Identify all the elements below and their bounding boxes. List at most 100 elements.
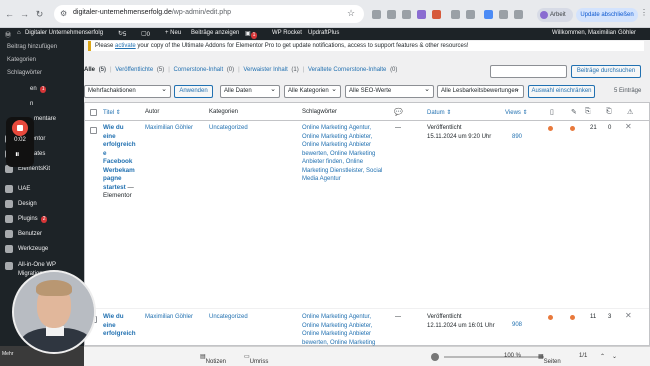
sidebar-item-comments[interactable]: mentare bbox=[34, 116, 56, 122]
profile-button[interactable]: Arbeit bbox=[537, 8, 573, 22]
extension-icon[interactable] bbox=[499, 10, 508, 19]
presentation-status-bar: ▤ Notizen ▭ Umriss 100 % ▦ Seiten 1/1 ⌃ … bbox=[84, 346, 650, 366]
row-checkbox[interactable] bbox=[90, 127, 97, 134]
forward-icon[interactable]: → bbox=[19, 9, 30, 20]
sidebar-item-partial[interactable]: en 1 bbox=[30, 86, 47, 93]
post-title-link[interactable]: Wie du eine erfolgreich bbox=[103, 313, 141, 339]
sidebar-item-users[interactable]: Benutzer bbox=[0, 228, 84, 240]
filter-published[interactable]: Veröffentlichte (5) bbox=[115, 67, 166, 73]
search-posts-button[interactable]: Beiträge durchsuchen bbox=[571, 65, 641, 78]
post-category-link[interactable]: Uncategorized bbox=[209, 124, 248, 133]
filter-stale-cornerstone[interactable]: Veraltete Cornerstone-Inhalte (0) bbox=[308, 67, 399, 73]
sidebar-subitem-tags[interactable]: Schlagwörter bbox=[7, 70, 42, 76]
browser-menu-icon[interactable]: ⋮ bbox=[640, 8, 648, 17]
warning-column-icon[interactable]: ⚠ bbox=[627, 108, 633, 116]
filter-orphaned[interactable]: Verwaister Inhalt (1) bbox=[243, 67, 300, 73]
zoom-slider[interactable] bbox=[444, 356, 544, 358]
bulk-actions-select[interactable]: Mehrfachaktionen bbox=[84, 85, 171, 98]
sidebar-item-partial[interactable]: n bbox=[30, 101, 33, 107]
extension-icon[interactable] bbox=[514, 10, 523, 19]
outline-button[interactable]: ▭ Umriss bbox=[244, 353, 268, 365]
apply-button[interactable]: Anwenden bbox=[174, 85, 213, 98]
sidebar-item-uae[interactable]: UAE bbox=[0, 183, 84, 195]
address-bar[interactable]: ⚙ digitaler-unternehmenserfolg.de/wp-adm… bbox=[54, 5, 364, 23]
back-icon[interactable]: ← bbox=[4, 9, 15, 20]
updates-link[interactable]: ↻ 5 bbox=[118, 30, 126, 38]
pause-icon[interactable]: ⏸ bbox=[15, 149, 20, 160]
activate-link[interactable]: activate bbox=[115, 43, 136, 49]
post-views[interactable]: 908 bbox=[512, 321, 522, 330]
updraftplus-menu[interactable]: UpdraftPlus bbox=[308, 30, 339, 36]
select-all-checkbox[interactable] bbox=[90, 109, 97, 116]
bookmark-star-icon[interactable]: ☆ bbox=[347, 8, 355, 19]
filter-cornerstone[interactable]: Cornerstone-Inhalt (0) bbox=[173, 67, 236, 73]
post-author-link[interactable]: Maximilian Göhler bbox=[145, 124, 193, 133]
column-date-header[interactable]: Datum ⇕ bbox=[427, 109, 451, 116]
extension-icon[interactable] bbox=[417, 10, 426, 19]
wrench-icon bbox=[5, 245, 13, 253]
sidebar-item-tools[interactable]: Werkzeuge bbox=[0, 243, 84, 255]
readability-filter-select[interactable]: Alle Lesbarkeitsbewertungen bbox=[437, 85, 524, 98]
post-tags[interactable]: Online Marketing Agentur, Online Marketi… bbox=[302, 124, 382, 184]
site-name-link[interactable]: Digitaler Unternehmenserfolg bbox=[25, 30, 103, 36]
post-status-filters: Alle (5) | Veröffentlichte (5) | Cornersto… bbox=[84, 67, 399, 73]
reload-icon[interactable]: ↻ bbox=[34, 9, 45, 20]
extension-icon[interactable] bbox=[466, 10, 475, 19]
plugin-icon bbox=[5, 215, 13, 223]
wp-rocket-menu[interactable]: WP Rocket bbox=[272, 30, 302, 36]
post-date: Veröffentlicht 15.11.2024 um 9:20 Uhr bbox=[427, 125, 492, 140]
incoming-links-column-icon[interactable]: ⎗ bbox=[606, 108, 612, 116]
browser-update-button[interactable]: Update abschließen bbox=[576, 8, 638, 22]
extension-icon[interactable] bbox=[432, 10, 441, 19]
readability-column-icon[interactable]: ✎ bbox=[571, 108, 577, 116]
wordpress-logo-icon[interactable]: Ⓦ bbox=[5, 30, 11, 39]
uae-icon bbox=[5, 185, 13, 193]
column-categories-header: Kategorien bbox=[209, 109, 239, 115]
extension-icon[interactable] bbox=[402, 10, 411, 19]
chevron-down-icon[interactable]: ⌄ bbox=[612, 353, 617, 360]
filter-button[interactable]: Auswahl einschränken bbox=[528, 85, 595, 98]
seo-score-indicator bbox=[548, 315, 553, 320]
sidebar-item-design[interactable]: Design bbox=[0, 198, 84, 210]
comments-link[interactable]: ▢ 0 bbox=[141, 30, 150, 38]
outgoing-links-column-icon[interactable]: ⎘ bbox=[585, 108, 591, 116]
zoom-slider-handle[interactable] bbox=[431, 353, 439, 361]
category-filter-select[interactable]: Alle Kategorien bbox=[284, 85, 341, 98]
account-greeting[interactable]: Willkommen, Maximilian Göhler bbox=[552, 30, 636, 36]
extension-icon[interactable] bbox=[451, 10, 460, 19]
stop-recording-button[interactable] bbox=[12, 120, 28, 136]
notes-button[interactable]: ▤ Notizen bbox=[200, 353, 226, 365]
sidebar-subitem-add-post[interactable]: Beitrag hinzufügen bbox=[7, 44, 57, 50]
new-content-link[interactable]: + Neu bbox=[165, 30, 181, 36]
extension-icon[interactable] bbox=[484, 10, 493, 19]
post-search-input[interactable] bbox=[490, 65, 567, 78]
notification-badge: 1 bbox=[250, 32, 258, 39]
webcam-overlay bbox=[12, 270, 96, 354]
date-filter-select[interactable]: Alle Daten bbox=[220, 85, 280, 98]
filter-all[interactable]: Alle (5) bbox=[84, 67, 108, 73]
view-posts-link[interactable]: Beiträge anzeigen bbox=[191, 30, 239, 36]
column-views-header[interactable]: Views ⇕ bbox=[505, 109, 528, 116]
taskbar-label: Mehr bbox=[2, 351, 14, 357]
seo-score-column-icon[interactable]: ▯ bbox=[550, 108, 554, 116]
extension-icon[interactable] bbox=[387, 10, 396, 19]
close-icon[interactable]: ✕ bbox=[625, 311, 632, 321]
extension-icon[interactable] bbox=[372, 10, 381, 19]
post-author-link[interactable]: Maximilian Göhler bbox=[145, 313, 193, 322]
post-tags[interactable]: Online Marketing Agentur, Online Marketi… bbox=[302, 313, 375, 347]
url-text: digitaler-unternehmenserfolg.de/wp-admin… bbox=[73, 9, 231, 16]
post-views[interactable]: 890 bbox=[512, 133, 522, 142]
pages-button[interactable]: ▦ Seiten bbox=[538, 353, 561, 365]
close-icon[interactable]: ✕ bbox=[625, 122, 632, 132]
seo-filter-select[interactable]: Alle SEO-Werte bbox=[345, 85, 434, 98]
comments-column-icon[interactable]: 💬 bbox=[394, 108, 403, 116]
site-info-icon[interactable]: ⚙ bbox=[60, 9, 67, 18]
entries-count: 5 Einträge bbox=[614, 88, 642, 94]
column-title-header[interactable]: Titel ⇕ bbox=[103, 109, 121, 116]
post-category-link[interactable]: Uncategorized bbox=[209, 313, 248, 322]
sidebar-subitem-categories[interactable]: Kategorien bbox=[7, 57, 36, 63]
chevron-up-icon[interactable]: ⌃ bbox=[600, 353, 605, 360]
sidebar-item-plugins[interactable]: Plugins 2 bbox=[0, 213, 84, 225]
post-title-link[interactable]: Wie du eine erfolgreich e Facebook Werbe… bbox=[103, 124, 141, 201]
yoast-seo-menu[interactable]: ▣ 1 bbox=[245, 30, 258, 39]
